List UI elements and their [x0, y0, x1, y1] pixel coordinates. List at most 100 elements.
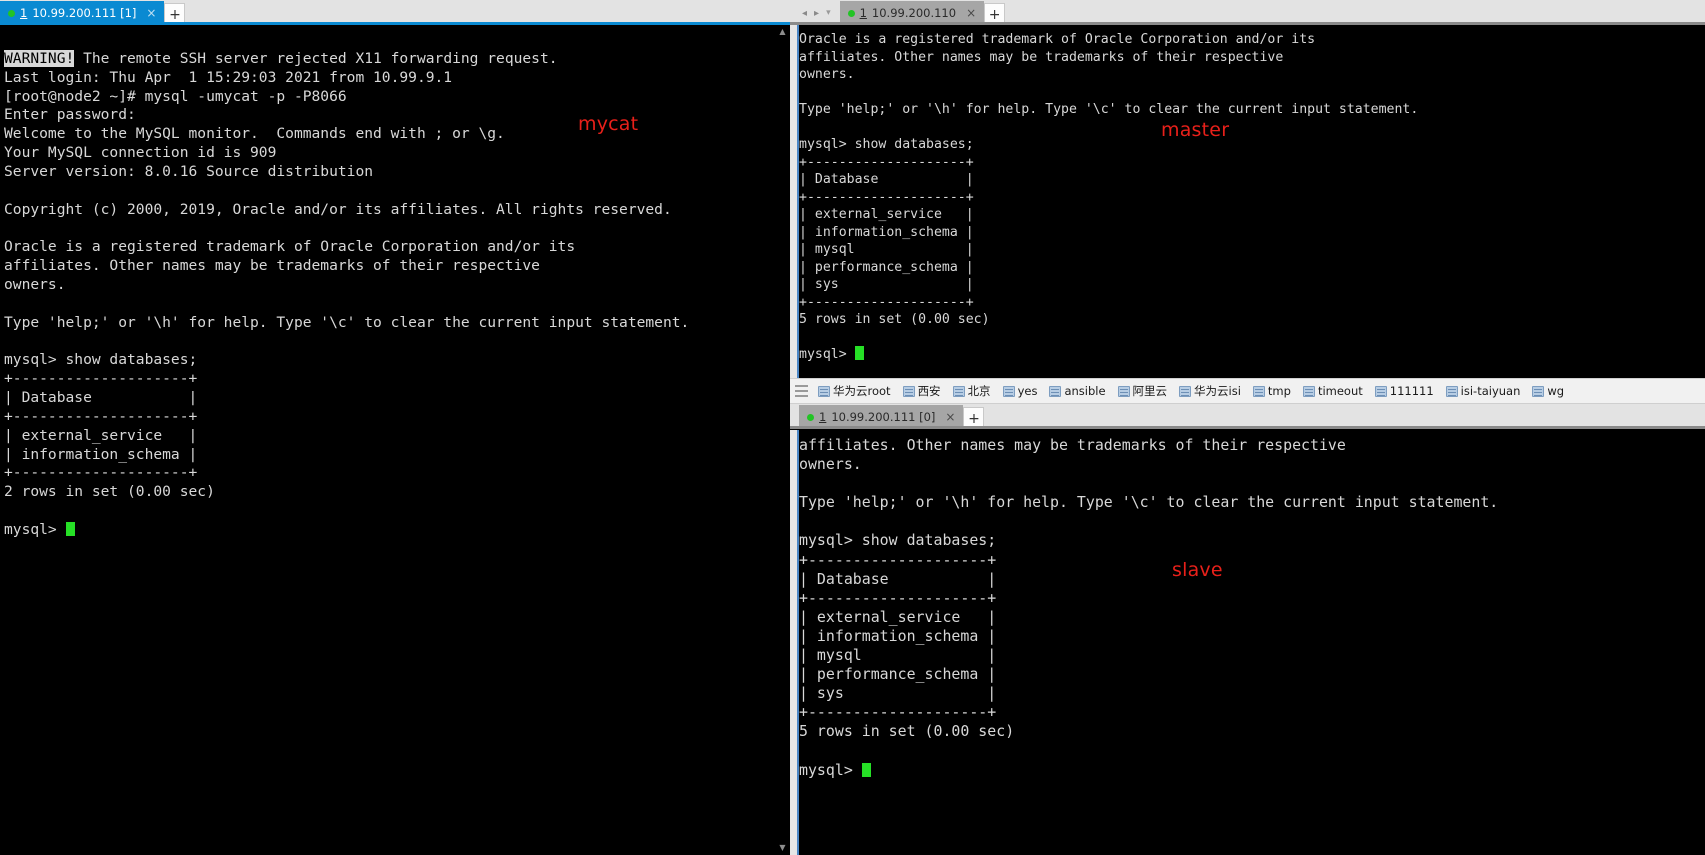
nav-forward-icon[interactable]: ▸ — [814, 8, 819, 19]
scroll-up-icon[interactable]: ▲ — [775, 25, 790, 39]
bookmark-item[interactable]: tmp — [1247, 379, 1297, 403]
bookmark-label: 华为云isi — [1194, 384, 1241, 398]
bookmark-item[interactable]: wg — [1526, 379, 1570, 403]
bookmark-site-icon — [1049, 385, 1062, 397]
terminal-line: 2 rows in set (0.00 sec) — [4, 483, 215, 501]
terminal-line: Type 'help;' or '\h' for help. Type '\c'… — [799, 493, 1499, 512]
terminal-cursor — [861, 762, 871, 777]
bookmarks-handle-icon[interactable] — [790, 379, 812, 403]
tab-title-label: 10.99.200.111 [1] — [32, 6, 137, 20]
right-bottom-terminal-output[interactable]: affiliates. Other names may be trademark… — [799, 430, 1705, 855]
bookmark-item[interactable]: 阿里云 — [1112, 379, 1174, 403]
chevron-down-icon[interactable]: ▾ — [826, 8, 831, 18]
bookmark-label: timeout — [1317, 384, 1363, 398]
terminal-line: +--------------------+ — [799, 294, 974, 310]
connection-status-dot-icon — [807, 413, 814, 421]
terminal-line: WARNING! The remote SSH server rejected … — [4, 49, 558, 67]
bookmark-site-icon — [1445, 385, 1458, 397]
terminal-line: | Database | — [799, 569, 997, 588]
close-icon[interactable]: × — [144, 7, 158, 19]
bookmark-label: 111111 — [1389, 384, 1434, 398]
left-terminal-output[interactable]: WARNING! The remote SSH server rejected … — [0, 25, 775, 855]
terminal-line: Type 'help;' or '\h' for help. Type '\c'… — [4, 313, 690, 331]
annotation-slave: slave — [1172, 559, 1223, 581]
bookmark-label: ansible — [1064, 384, 1106, 398]
terminal-line: | performance_schema | — [799, 259, 974, 275]
terminal-line: mysql> — [799, 346, 1705, 364]
right-bottom-tab-bar: 1 10.99.200.111 [0] × + — [790, 404, 1705, 429]
bookmark-site-icon — [818, 385, 830, 397]
connection-status-dot-icon — [8, 9, 15, 17]
bookmark-site-icon — [1179, 385, 1192, 397]
terminal-line: | mysql | — [799, 646, 997, 665]
tab-index-label: 1 — [819, 410, 827, 424]
bookmark-label: 西安 — [917, 384, 941, 398]
bookmark-item[interactable]: ansible — [1043, 379, 1111, 403]
terminal-line: Server version: 8.0.16 Source distributi… — [4, 162, 374, 180]
right-top-terminal-pane: ◂ ▸ ▾ 1 10.99.200.110 × + Oracle is a re… — [790, 0, 1705, 378]
bookmark-item[interactable]: yes — [997, 379, 1044, 403]
annotation-mycat: mycat — [578, 113, 639, 135]
terminal-line: mysql> — [799, 761, 1705, 780]
bookmark-item[interactable]: 北京 — [947, 379, 997, 403]
left-terminal-scrollbar[interactable]: ▲ ▼ — [775, 25, 790, 855]
terminal-line: Copyright (c) 2000, 2019, Oracle and/or … — [4, 200, 672, 218]
bookmark-site-icon — [1002, 385, 1015, 397]
terminal-line: Oracle is a registered trademark of Orac… — [799, 32, 1316, 47]
scroll-down-icon[interactable]: ▼ — [775, 841, 790, 855]
terminal-line: | Database | — [4, 389, 198, 407]
bookmark-site-icon — [1374, 385, 1387, 397]
bookmark-item[interactable]: 111111 — [1369, 379, 1440, 403]
terminal-line: mysql> show databases; — [799, 531, 997, 550]
terminal-line: | information_schema | — [799, 626, 997, 645]
bookmark-item[interactable]: 西安 — [897, 379, 947, 403]
right-top-terminal-output[interactable]: Oracle is a registered trademark of Orac… — [799, 25, 1705, 378]
terminal-line: | information_schema | — [799, 224, 974, 240]
close-icon[interactable]: × — [943, 411, 957, 423]
terminal-line: affiliates. Other names may be trademark… — [4, 257, 540, 275]
bookmark-site-icon — [902, 385, 915, 397]
right-top-tab-bar: ◂ ▸ ▾ 1 10.99.200.110 × + — [790, 0, 1705, 25]
nav-back-icon[interactable]: ◂ — [802, 8, 807, 19]
bookmark-item[interactable]: 华为云root — [812, 379, 897, 403]
right-bottom-terminal-gutter — [790, 430, 799, 855]
terminal-line: +--------------------+ — [799, 550, 997, 569]
tab-index-label: 1 — [859, 6, 867, 20]
terminal-line: owners. — [799, 455, 862, 474]
bookmark-site-icon — [1302, 385, 1315, 397]
bookmarks-bar: 华为云root 西安 北京 yes ansible 阿里云 华为云isi tmp timeout… — [790, 378, 1705, 404]
terminal-line: Enter password: — [4, 106, 136, 124]
bookmark-label: isi-taiyuan — [1460, 384, 1521, 398]
bookmark-site-icon — [1252, 385, 1265, 397]
terminal-cursor — [854, 346, 864, 360]
terminal-line: affiliates. Other names may be trademark… — [799, 49, 1284, 65]
bookmark-item[interactable]: isi-taiyuan — [1440, 379, 1527, 403]
terminal-line: +--------------------+ — [799, 189, 974, 205]
terminal-line: | external_service | — [4, 426, 198, 444]
bookmark-label: tmp — [1267, 384, 1291, 398]
terminal-line: +--------------------+ — [4, 464, 198, 482]
bookmark-site-icon — [1117, 385, 1130, 397]
close-icon[interactable]: × — [964, 7, 978, 19]
tab-title-label: 10.99.200.110 — [871, 6, 957, 20]
bookmark-item[interactable]: timeout — [1297, 379, 1369, 403]
terminal-line: Oracle is a registered trademark of Orac… — [4, 238, 576, 256]
bookmark-item[interactable]: 华为云isi — [1173, 379, 1247, 403]
bookmark-label: 北京 — [967, 384, 991, 398]
terminal-line: +--------------------+ — [4, 370, 198, 388]
terminal-line: affiliates. Other names may be trademark… — [799, 436, 1346, 454]
terminal-line: Your MySQL connection id is 909 — [4, 144, 277, 162]
warning-token: WARNING! — [4, 49, 75, 67]
terminal-line: owners. — [799, 67, 855, 82]
annotation-master: master — [1161, 119, 1230, 141]
terminal-line: Last login: Thu Apr 1 15:29:03 2021 from… — [4, 68, 453, 86]
tab-index-label: 1 — [20, 6, 28, 20]
